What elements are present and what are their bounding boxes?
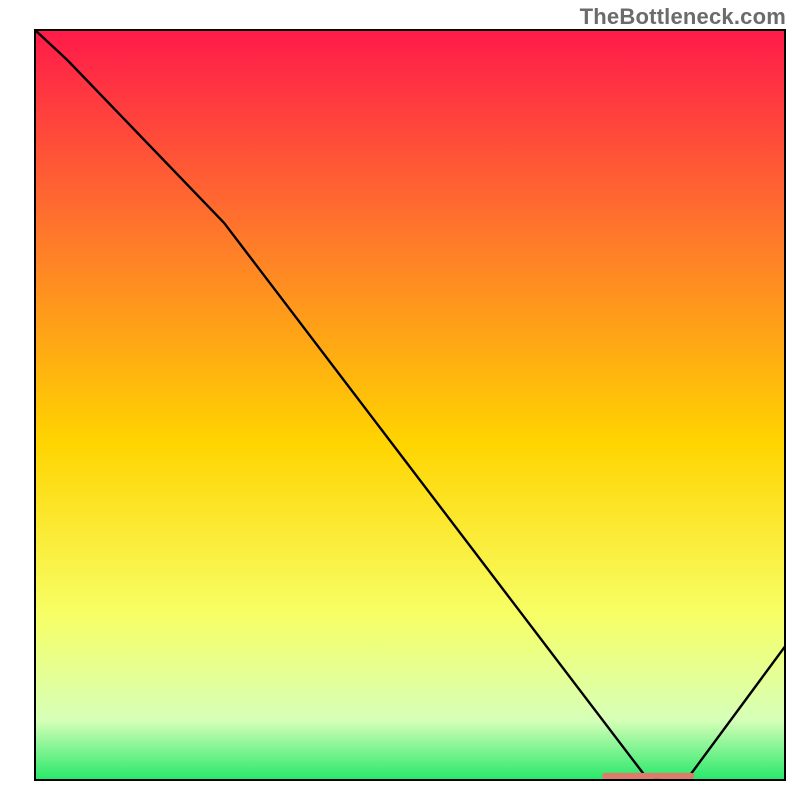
chart-container: TheBottleneck.com <box>0 0 800 800</box>
bottleneck-chart <box>0 0 800 800</box>
